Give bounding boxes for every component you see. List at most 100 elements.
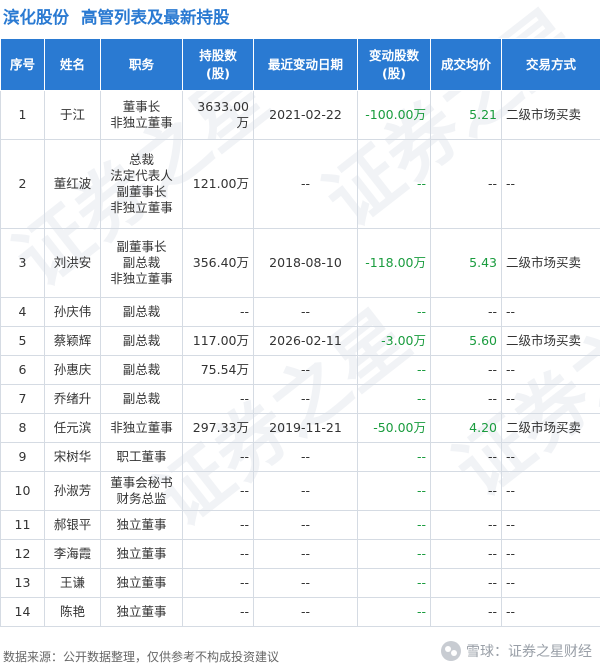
cell-role: 独立董事 xyxy=(100,510,183,540)
cell-name: 王谦 xyxy=(44,568,101,598)
cell-role: 职工董事 xyxy=(100,442,183,472)
cell-price: -- xyxy=(430,384,502,414)
cell-shares: 356.40万 xyxy=(182,228,254,298)
cell-date: 2021-02-22 xyxy=(253,90,358,140)
cell-change: -- xyxy=(357,539,431,569)
cell-date: -- xyxy=(253,355,358,385)
cell-price: -- xyxy=(430,355,502,385)
role-line: 独立董事 xyxy=(116,517,167,532)
cell-shares: -- xyxy=(182,442,254,472)
table-row: 13 王谦 独立董事 -- -- -- -- -- xyxy=(0,568,600,598)
cell-change: -- xyxy=(357,471,431,511)
cell-change: -- xyxy=(357,384,431,414)
cell-mode: -- xyxy=(501,471,600,511)
cell-mode: -- xyxy=(501,510,600,540)
cell-mode: -- xyxy=(501,539,600,569)
cell-date: 2026-02-11 xyxy=(253,326,358,356)
cell-role: 副总裁 xyxy=(100,297,183,327)
cell-seq: 10 xyxy=(0,471,45,511)
table-row: 10 孙淑芳 董事会秘书 财务总监 -- -- -- -- -- xyxy=(0,471,600,511)
role-line: 非独立董事 xyxy=(110,271,173,286)
cell-shares: -- xyxy=(182,539,254,569)
cell-shares: -- xyxy=(182,597,254,627)
cell-date: -- xyxy=(253,568,358,598)
table-row: 9 宋树华 职工董事 -- -- -- -- -- xyxy=(0,442,600,472)
role-line: 董事会秘书 xyxy=(110,475,173,490)
table-row: 2 董红波 总裁 法定代表人 副董事长 非独立董事 121.00万 -- -- -- -- xyxy=(0,139,600,229)
role-line: 董事长 xyxy=(122,99,161,114)
cell-seq: 6 xyxy=(0,355,45,385)
cell-shares: -- xyxy=(182,384,254,414)
table-row: 3 刘洪安 副董事长 副总裁 非独立董事 356.40万 2018-08-10 -118.00… xyxy=(0,228,600,298)
cell-change: -3.00万 xyxy=(357,326,431,356)
cell-name: 乔绪升 xyxy=(44,384,101,414)
cell-name: 宋树华 xyxy=(44,442,101,472)
cell-change: -- xyxy=(357,297,431,327)
table-header-row: 序号 姓名 职务 持股数 (股) 最近变动日期 变动股数 (股) 成交均价 交易… xyxy=(0,38,600,91)
cell-seq: 12 xyxy=(0,539,45,569)
cell-price: -- xyxy=(430,568,502,598)
cell-shares: 117.00万 xyxy=(182,326,254,356)
role-line: 非独立董事 xyxy=(110,200,173,215)
cell-name: 郝银平 xyxy=(44,510,101,540)
cell-mode: -- xyxy=(501,568,600,598)
table-row: 5 蔡颖辉 副总裁 117.00万 2026-02-11 -3.00万 5.60 二级市场买卖 xyxy=(0,326,600,356)
cell-date: 2019-11-21 xyxy=(253,413,358,443)
table-row: 14 陈艳 独立董事 -- -- -- -- -- xyxy=(0,597,600,627)
cell-seq: 8 xyxy=(0,413,45,443)
cell-role: 董事长 非独立董事 xyxy=(100,90,183,140)
cell-price: -- xyxy=(430,539,502,569)
role-line: 副总裁 xyxy=(122,391,161,406)
cell-seq: 11 xyxy=(0,510,45,540)
data-source-note: 数据来源：公开数据整理，仅供参考不构成投资建议 xyxy=(3,650,280,664)
cell-role: 副总裁 xyxy=(100,355,183,385)
col-header-seq: 序号 xyxy=(0,38,45,91)
cell-mode: 二级市场买卖 xyxy=(501,413,600,443)
cell-change: -- xyxy=(357,510,431,540)
cell-role: 总裁 法定代表人 副董事长 非独立董事 xyxy=(100,139,183,229)
cell-name: 陈艳 xyxy=(44,597,101,627)
table-row: 11 郝银平 独立董事 -- -- -- -- -- xyxy=(0,510,600,540)
table-row: 12 李海霞 独立董事 -- -- -- -- -- xyxy=(0,539,600,569)
cell-role: 独立董事 xyxy=(100,597,183,627)
cell-change: -- xyxy=(357,597,431,627)
role-line: 法定代表人 xyxy=(110,168,173,183)
cell-date: -- xyxy=(253,539,358,569)
cell-change: -- xyxy=(357,355,431,385)
brand-text: 雪球：证券之星财经 xyxy=(466,644,592,660)
cell-role: 独立董事 xyxy=(100,539,183,569)
cell-seq: 9 xyxy=(0,442,45,472)
cell-mode: -- xyxy=(501,442,600,472)
cell-seq: 1 xyxy=(0,90,45,140)
table-title: 高管列表及最新持股 xyxy=(81,8,230,27)
cell-name: 孙庆伟 xyxy=(44,297,101,327)
cell-role: 独立董事 xyxy=(100,568,183,598)
cell-role: 董事会秘书 财务总监 xyxy=(100,471,183,511)
cell-shares: 3633.00万 xyxy=(182,90,254,140)
table-row: 7 乔绪升 副总裁 -- -- -- -- -- xyxy=(0,384,600,414)
cell-change: -- xyxy=(357,139,431,229)
cell-mode: -- xyxy=(501,297,600,327)
cell-shares: -- xyxy=(182,471,254,511)
role-line: 非独立董事 xyxy=(110,115,173,130)
cell-mode: 二级市场买卖 xyxy=(501,326,600,356)
role-line: 独立董事 xyxy=(116,604,167,619)
cell-date: 2018-08-10 xyxy=(253,228,358,298)
cell-date: -- xyxy=(253,139,358,229)
role-line: 副总裁 xyxy=(122,255,161,270)
role-line: 独立董事 xyxy=(116,546,167,561)
role-line: 副董事长 xyxy=(116,184,167,199)
cell-seq: 4 xyxy=(0,297,45,327)
cell-mode: -- xyxy=(501,384,600,414)
cell-seq: 2 xyxy=(0,139,45,229)
cell-role: 副总裁 xyxy=(100,384,183,414)
cell-seq: 5 xyxy=(0,326,45,356)
snowball-logo-icon xyxy=(441,641,461,661)
cell-name: 孙淑芳 xyxy=(44,471,101,511)
cell-name: 蔡颖辉 xyxy=(44,326,101,356)
cell-price: 4.20 xyxy=(430,413,502,443)
cell-price: 5.21 xyxy=(430,90,502,140)
cell-shares: 297.33万 xyxy=(182,413,254,443)
col-header-mode: 交易方式 xyxy=(501,38,600,91)
cell-price: -- xyxy=(430,139,502,229)
